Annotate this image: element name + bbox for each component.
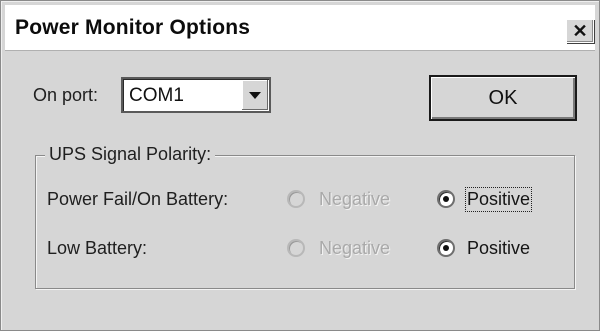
power-fail-negative-label: Negative [319,189,391,209]
ups-signal-polarity-title: UPS Signal Polarity: [45,144,216,165]
power-fail-negative-radio[interactable] [287,190,305,208]
power-fail-label: Power Fail/On Battery: [47,189,229,209]
power-fail-positive-label: Positive [464,187,533,212]
port-select[interactable]: COM1 [121,77,271,113]
low-battery-positive-radio[interactable] [437,239,455,257]
low-battery-positive-label: Positive [467,238,531,258]
ups-signal-polarity-group [35,155,575,289]
close-icon: ✕ [572,21,588,41]
radio-selected-dot [443,196,449,202]
low-battery-negative-radio[interactable] [287,239,305,257]
power-fail-positive-radio[interactable] [437,190,455,208]
port-select-value: COM1 [129,85,184,106]
low-battery-label: Low Battery: [47,238,148,258]
ok-button[interactable]: OK [429,75,577,121]
low-battery-negative-label: Negative [319,238,391,258]
window-title: Power Monitor Options [15,16,251,39]
title-bar: Power Monitor Options ✕ [5,5,595,51]
power-monitor-options-dialog: Power Monitor Options ✕ On port: COM1 OK… [0,0,600,331]
close-button[interactable]: ✕ [566,19,594,43]
radio-selected-dot [443,245,449,251]
port-dropdown-button[interactable] [241,80,268,110]
on-port-label: On port: [33,85,99,105]
dropdown-arrow-icon [249,91,261,99]
